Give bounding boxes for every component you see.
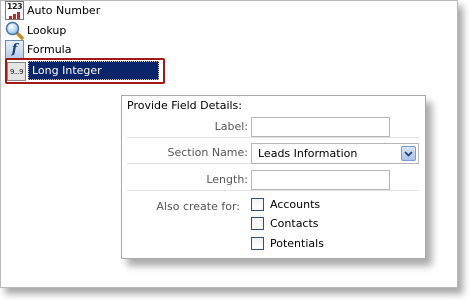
chevron-down-icon[interactable] (401, 146, 416, 161)
checkbox-accounts[interactable]: Accounts (251, 196, 320, 212)
section-name-value: Leads Information (258, 147, 358, 160)
length-label: Length: (206, 173, 248, 186)
field-type-label: Lookup (27, 24, 67, 37)
field-details-panel: Provide Field Details: Label: Section Na… (121, 95, 426, 259)
label-input[interactable] (251, 117, 390, 137)
formula-icon: f (5, 40, 24, 59)
field-type-long-integer[interactable]: 9...9 Long Integer (5, 58, 165, 84)
checkbox-box[interactable] (251, 216, 264, 230)
field-type-label-selected: Long Integer (28, 61, 159, 80)
details-title: Provide Field Details: (127, 99, 242, 112)
checkbox-label: Potentials (270, 236, 324, 250)
auto-number-icon: 123 (5, 1, 24, 20)
label-row: Label: (127, 115, 419, 138)
also-create-label: Also create for: (156, 200, 240, 213)
length-input[interactable] (251, 170, 390, 190)
field-type-panel: 123 Auto Number Lookup f Formula 9...9 L… (0, 0, 458, 288)
length-row: Length: (127, 168, 419, 191)
field-type-lookup[interactable]: Lookup (5, 21, 66, 40)
long-integer-icon: 9...9 (7, 62, 26, 81)
field-type-label: Formula (27, 43, 72, 56)
section-name-select[interactable]: Leads Information (251, 143, 419, 164)
label-field-label: Label: (214, 120, 248, 133)
checkbox-box[interactable] (251, 236, 264, 250)
checkbox-potentials[interactable]: Potentials (251, 235, 324, 251)
section-row: Section Name: Leads Information (127, 141, 419, 164)
field-type-label: Auto Number (27, 4, 101, 17)
checkbox-contacts[interactable]: Contacts (251, 215, 319, 231)
checkbox-label: Contacts (270, 216, 319, 230)
field-type-auto-number[interactable]: 123 Auto Number (5, 1, 100, 20)
field-type-formula[interactable]: f Formula (5, 40, 71, 59)
section-name-label: Section Name: (167, 146, 248, 159)
magnifier-icon (5, 21, 24, 40)
checkbox-label: Accounts (270, 197, 321, 211)
checkbox-box[interactable] (251, 197, 264, 211)
